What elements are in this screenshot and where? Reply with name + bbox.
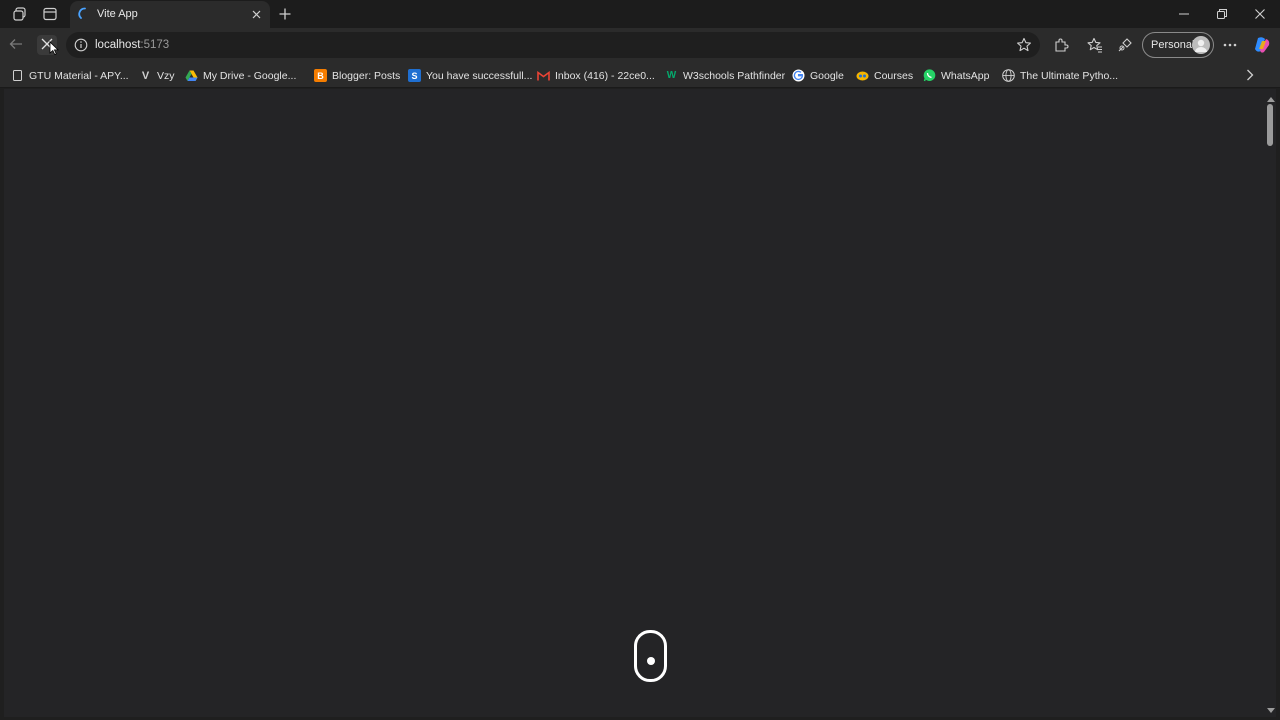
courses-icon <box>856 69 869 82</box>
chevron-right-icon[interactable] <box>1243 68 1257 82</box>
page-icon <box>11 69 24 82</box>
globe-icon <box>1002 69 1015 82</box>
tab-actions-icon[interactable] <box>40 4 60 24</box>
bookmark-label: Blogger: Posts <box>332 69 401 82</box>
scrollbar-thumb[interactable] <box>1267 104 1273 146</box>
bookmark-inbox[interactable]: Inbox (416) - 22ce0... <box>537 68 655 83</box>
browser-essentials-icon[interactable] <box>1116 36 1134 54</box>
favorites-icon[interactable] <box>1086 36 1104 54</box>
blogger-icon: B <box>314 69 327 82</box>
workspaces-icon[interactable] <box>10 4 30 24</box>
bookmark-you-have-successfully[interactable]: S You have successfull... <box>408 68 532 83</box>
bookmark-label: You have successfull... <box>426 69 533 82</box>
bookmark-label: Inbox (416) - 22ce0... <box>555 69 655 82</box>
toolbar: localhost:5173 Personal <box>0 28 1280 62</box>
bookmark-whatsapp[interactable]: WhatsApp <box>923 68 989 83</box>
profile-button[interactable]: Personal <box>1142 32 1214 58</box>
bookmark-label: The Ultimate Pytho... <box>1020 69 1119 82</box>
url-text[interactable]: localhost:5173 <box>95 39 169 51</box>
bookmark-label: Courses <box>874 69 914 82</box>
close-window-icon[interactable] <box>1252 6 1268 22</box>
gmail-icon <box>537 69 550 82</box>
bookmarks-bar: GTU Material - APY... V Vzy My Drive - G… <box>0 62 1280 88</box>
whatsapp-icon <box>923 69 936 82</box>
bookmark-label: Vzy <box>157 69 175 82</box>
url-port: :5173 <box>140 39 170 51</box>
profile-label: Personal <box>1151 39 1195 51</box>
back-arrow-icon <box>9 37 23 54</box>
site-info-icon[interactable] <box>74 38 88 52</box>
url-host: localhost <box>95 39 141 51</box>
bookmark-label: Google <box>810 69 844 82</box>
back-button[interactable] <box>6 35 26 55</box>
bookmark-vzy[interactable]: V Vzy <box>139 68 175 83</box>
copilot-icon[interactable] <box>1252 35 1272 55</box>
restore-icon[interactable] <box>1214 6 1230 22</box>
drive-icon <box>185 69 198 82</box>
bookmark-label: WhatsApp <box>941 69 990 82</box>
close-tab-icon[interactable] <box>249 7 264 22</box>
bookmark-label: W3schools Pathfinder <box>683 69 786 82</box>
page-viewport[interactable] <box>4 89 1266 717</box>
scroll-up-arrow-icon[interactable] <box>1266 92 1276 102</box>
tab-strip: Vite App <box>0 0 1280 28</box>
v-icon: V <box>141 69 150 82</box>
bookmark-label: GTU Material - APY... <box>29 69 129 82</box>
google-icon <box>792 69 805 82</box>
loading-spinner-icon <box>78 7 92 21</box>
bookmark-w3schools[interactable]: W W3schools Pathfinder <box>665 68 785 83</box>
minimize-icon[interactable] <box>1176 6 1192 22</box>
tab-title: Vite App <box>97 8 138 20</box>
bookmark-ultimate-python[interactable]: The Ultimate Pytho... <box>1002 68 1118 83</box>
bookmark-label: My Drive - Google... <box>203 69 297 82</box>
mouse-cursor-icon <box>49 41 59 56</box>
bookmark-blogger[interactable]: B Blogger: Posts <box>314 68 400 83</box>
browser-window: Vite App localhost:5173 Personal GTU Mat… <box>0 0 1280 720</box>
vertical-scrollbar[interactable] <box>1266 89 1276 717</box>
s-icon: S <box>408 69 421 82</box>
bookmark-google[interactable]: Google <box>792 68 844 83</box>
new-tab-button[interactable] <box>276 5 294 23</box>
tab-vite-app[interactable]: Vite App <box>70 1 270 28</box>
scroll-mouse-icon[interactable] <box>634 630 667 682</box>
bookmark-my-drive[interactable]: My Drive - Google... <box>185 68 296 83</box>
w3-icon: W <box>666 70 677 81</box>
avatar <box>1192 36 1210 54</box>
favorite-star-icon[interactable] <box>1016 37 1032 53</box>
scroll-mouse-wheel-dot <box>647 657 655 665</box>
bookmark-courses[interactable]: Courses <box>856 68 913 83</box>
bookmark-gtu-material[interactable]: GTU Material - APY... <box>11 68 129 83</box>
address-bar[interactable]: localhost:5173 <box>66 32 1040 58</box>
more-menu-icon[interactable] <box>1221 36 1239 54</box>
scroll-down-arrow-icon[interactable] <box>1266 704 1276 713</box>
extensions-icon[interactable] <box>1052 36 1070 54</box>
